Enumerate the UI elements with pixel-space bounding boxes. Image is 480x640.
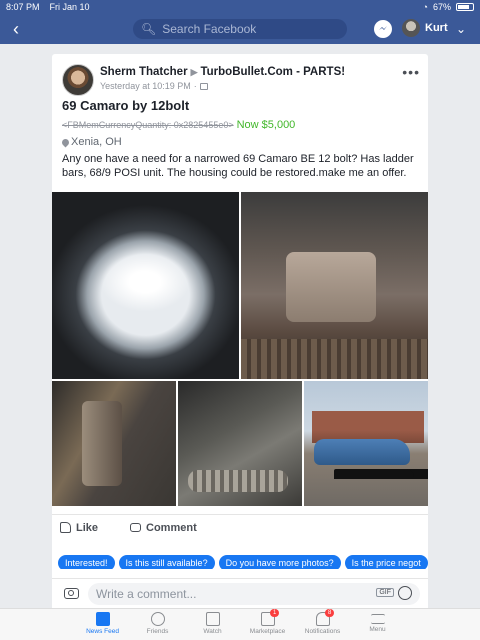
photo-housing-casting[interactable] bbox=[178, 381, 302, 506]
like-label: Like bbox=[76, 521, 99, 534]
post-actions: Like Comment bbox=[52, 514, 428, 540]
tab-marketplace[interactable]: 1 Marketplace bbox=[240, 609, 295, 640]
price-line: <FBMemCurrencyQuantity: 0x2825455e0> Now… bbox=[62, 119, 295, 131]
top-navigation: ‹ 🔍︎ Kurt ⌄ bbox=[0, 14, 480, 44]
comment-label: Comment bbox=[146, 521, 197, 534]
tab-notifications[interactable]: 8 Notifications bbox=[295, 609, 350, 640]
group-privacy-icon bbox=[199, 82, 208, 90]
post-body: Any one have a need for a narrowed 69 Ca… bbox=[62, 153, 414, 179]
search-input[interactable] bbox=[162, 22, 343, 36]
post-card: Sherm Thatcher ▶ TurboBullet.Com - PARTS! … bbox=[52, 54, 428, 612]
post-header: Sherm Thatcher ▶ TurboBullet.Com - PARTS! … bbox=[52, 54, 428, 96]
location-text: Xenia, OH bbox=[71, 136, 122, 148]
bottom-tab-bar: News Feed Friends Watch 1 Marketplace 8 … bbox=[0, 608, 480, 640]
author-line: Sherm Thatcher ▶ TurboBullet.Com - PARTS! bbox=[100, 66, 345, 78]
old-price: <FBMemCurrencyQuantity: 0x2825455e0> bbox=[62, 120, 234, 130]
news-feed-icon bbox=[95, 612, 110, 626]
tab-friends[interactable]: Friends bbox=[130, 609, 185, 640]
battery-icon bbox=[456, 3, 474, 11]
thumbs-up-icon bbox=[60, 522, 71, 533]
quick-reply-chip[interactable]: Interested! bbox=[58, 555, 115, 569]
like-button[interactable]: Like bbox=[60, 522, 98, 534]
listing-location: Xenia, OH bbox=[60, 136, 122, 148]
photo-differential-cover[interactable] bbox=[52, 192, 239, 379]
marketplace-badge: 1 bbox=[270, 609, 280, 617]
comment-input[interactable]: Write a comment... GIF bbox=[88, 583, 420, 605]
post-timestamp[interactable]: Yesterday at 10:19 PM bbox=[100, 81, 191, 91]
comment-icon bbox=[130, 523, 142, 532]
quick-reply-row: Interested! Is this still available? Do yo… bbox=[52, 553, 428, 569]
camera-icon[interactable] bbox=[64, 588, 79, 599]
notifications-badge: 8 bbox=[325, 609, 335, 617]
tab-label: Friends bbox=[146, 628, 169, 635]
search-icon: 🔍︎ bbox=[141, 22, 157, 36]
post-meta: Yesterday at 10:19 PM · bbox=[100, 81, 208, 91]
status-time: 8:07 PM bbox=[6, 2, 40, 12]
chevron-down-icon[interactable]: ⌄ bbox=[456, 22, 466, 36]
status-bar: 8:07 PM Fri Jan 10 ◔ 67% bbox=[0, 0, 480, 14]
watch-icon bbox=[205, 612, 220, 626]
tab-label: Notifications bbox=[304, 628, 341, 635]
new-price: Now $5,000 bbox=[236, 119, 296, 131]
search-bar[interactable]: 🔍︎ bbox=[133, 19, 347, 39]
tab-news-feed[interactable]: News Feed bbox=[75, 609, 130, 640]
author-avatar[interactable] bbox=[62, 64, 94, 96]
comment-composer: Write a comment... GIF bbox=[52, 578, 428, 608]
friends-icon bbox=[150, 612, 165, 626]
back-button[interactable]: ‹ bbox=[0, 14, 32, 44]
gif-icon[interactable]: GIF bbox=[376, 588, 394, 597]
author-name[interactable]: Sherm Thatcher bbox=[100, 66, 188, 78]
photo-posi-unit[interactable] bbox=[241, 192, 428, 379]
group-name[interactable]: TurboBullet.Com - PARTS! bbox=[200, 66, 345, 78]
more-options-button[interactable]: ••• bbox=[402, 64, 420, 80]
tab-label: Watch bbox=[203, 628, 222, 635]
quick-reply-chip[interactable]: Do you have more photos? bbox=[218, 555, 341, 569]
arrow-right-icon: ▶ bbox=[190, 67, 198, 77]
listing-title: 69 Camaro by 12bolt bbox=[62, 98, 190, 113]
messenger-icon bbox=[379, 26, 387, 30]
tab-label: News Feed bbox=[86, 628, 119, 635]
battery-percent: 67% bbox=[432, 2, 451, 12]
status-date: Fri Jan 10 bbox=[49, 2, 90, 12]
emoji-icon[interactable] bbox=[398, 586, 412, 600]
tab-label: Menu bbox=[369, 626, 386, 633]
quick-reply-chip[interactable]: Is the price negot bbox=[344, 555, 428, 569]
comment-button[interactable]: Comment bbox=[130, 522, 197, 534]
tab-watch[interactable]: Watch bbox=[185, 609, 240, 640]
tab-label: Marketplace bbox=[249, 628, 286, 635]
comment-placeholder: Write a comment... bbox=[96, 587, 197, 601]
wifi-icon: ◔ bbox=[422, 2, 428, 12]
photo-ladder-bar[interactable] bbox=[52, 381, 176, 506]
photo-blue-camaro[interactable] bbox=[304, 381, 428, 506]
location-pin-icon bbox=[60, 137, 71, 147]
chevron-left-icon: ‹ bbox=[13, 18, 19, 39]
messenger-button[interactable] bbox=[374, 20, 392, 38]
quick-reply-chip[interactable]: Is this still available? bbox=[118, 555, 215, 569]
avatar bbox=[402, 19, 420, 37]
hamburger-icon bbox=[370, 614, 385, 624]
profile-button[interactable]: Kurt bbox=[402, 19, 448, 37]
profile-name: Kurt bbox=[425, 22, 448, 34]
tab-menu[interactable]: Menu bbox=[350, 609, 405, 640]
